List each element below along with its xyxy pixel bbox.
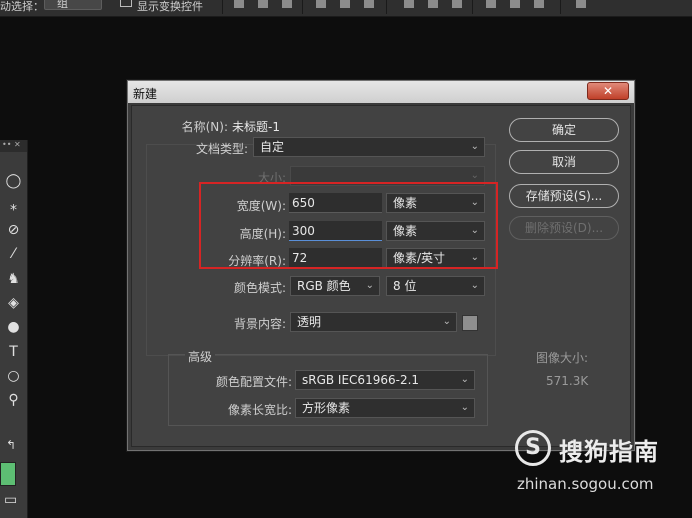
doc-type-select[interactable]: 自定 ⌄: [253, 137, 485, 157]
pixel-aspect-value: 方形像素: [302, 401, 351, 415]
distribute-vcenter-icon[interactable]: [428, 0, 438, 8]
dialog-title: 新建: [133, 87, 158, 101]
pixel-aspect-label: 像素长宽比:: [227, 403, 292, 417]
chevron-down-icon: ⌄: [365, 280, 374, 291]
color-mode-value: RGB 颜色: [297, 279, 351, 293]
burn-tool-icon[interactable]: ●: [0, 316, 27, 338]
transform-label: 显示变换控件: [137, 0, 203, 13]
type-tool-icon[interactable]: T: [0, 341, 27, 363]
distribute-bottom-icon[interactable]: [452, 0, 462, 8]
name-field[interactable]: 未标题-1: [232, 118, 280, 135]
background-color-swatch[interactable]: [462, 315, 478, 331]
name-label: 名称(N):: [181, 120, 228, 134]
color-mode-select[interactable]: RGB 颜色 ⌄: [290, 276, 380, 296]
image-size-label: 图像大小:: [536, 351, 589, 365]
pixel-aspect-select[interactable]: 方形像素 ⌄: [295, 398, 475, 418]
separator: [386, 0, 387, 14]
ok-button[interactable]: 确定: [509, 118, 619, 142]
distribute-left-icon[interactable]: [486, 0, 496, 8]
distribute-hcenter-icon[interactable]: [510, 0, 520, 8]
doc-type-value: 自定: [260, 140, 285, 154]
ellipse-tool-icon[interactable]: ○: [0, 365, 27, 387]
auto-select-dropdown[interactable]: 组: [44, 0, 102, 10]
chevron-down-icon: ⌄: [470, 141, 479, 152]
separator: [560, 0, 561, 14]
swap-colors-icon[interactable]: ↰: [6, 438, 16, 452]
align-bottom-icon[interactable]: [282, 0, 292, 8]
bit-depth-select[interactable]: 8 位 ⌄: [386, 276, 485, 296]
separator: [302, 0, 303, 14]
separator: [222, 0, 223, 14]
foreground-color-swatch[interactable]: [0, 462, 16, 486]
delete-preset-button[interactable]: 删除预设(D)...: [509, 216, 619, 240]
distribute-top-icon[interactable]: [404, 0, 414, 8]
advanced-label: 高级: [185, 348, 216, 365]
color-mode-label: 颜色模式:: [233, 281, 286, 295]
new-document-dialog: 新建 ✕ 名称(N): 未标题-1 文档类型: 自定 ⌄ 大小: ⌄ 宽度(W)…: [127, 80, 635, 451]
elliptical-marquee-tool-icon[interactable]: ◯: [0, 170, 27, 192]
paint-bucket-tool-icon[interactable]: ◈: [0, 292, 27, 314]
magic-wand-tool-icon[interactable]: ⁎: [0, 195, 27, 217]
image-size-value: 571.3K: [546, 374, 589, 388]
highlight-box: [199, 182, 498, 269]
dialog-titlebar[interactable]: 新建 ✕: [128, 81, 634, 103]
align-right-icon[interactable]: [364, 0, 374, 8]
align-vcenter-icon[interactable]: [258, 0, 268, 8]
close-icon[interactable]: ✕: [587, 82, 629, 100]
sogou-logo-icon: S: [515, 430, 551, 466]
background-value: 透明: [297, 315, 322, 329]
auto-select-label: 动选择：: [0, 0, 44, 13]
color-profile-label: 颜色配置文件:: [215, 375, 292, 389]
eyedropper-tool-icon[interactable]: ⊘: [0, 219, 27, 241]
zoom-tool-icon[interactable]: ⚲: [0, 389, 27, 411]
chevron-down-icon: ⌄: [460, 374, 469, 385]
align-top-icon[interactable]: [234, 0, 244, 8]
color-profile-select[interactable]: sRGB IEC61966-2.1 ⌄: [295, 370, 475, 390]
auto-select-value: 组: [57, 0, 68, 10]
align-left-icon[interactable]: [316, 0, 326, 8]
background-select[interactable]: 透明 ⌄: [290, 312, 457, 332]
watermark-url: zhinan.sogou.com: [517, 475, 654, 493]
chevron-down-icon: ⌄: [460, 402, 469, 413]
clone-stamp-tool-icon[interactable]: ♞: [0, 268, 27, 290]
watermark-name: 搜狗指南: [559, 438, 659, 466]
screen-mode-icon[interactable]: ▭: [4, 492, 17, 508]
options-bar: 动选择： 组 显示变换控件: [0, 0, 692, 17]
bit-depth-value: 8 位: [393, 279, 417, 293]
chevron-down-icon: ⌄: [470, 280, 479, 291]
tool-panel-header[interactable]: •• ✕: [0, 140, 27, 152]
distribute-right-icon[interactable]: [534, 0, 544, 8]
chevron-down-icon: ⌄: [442, 316, 451, 327]
save-preset-button[interactable]: 存储预设(S)...: [509, 184, 619, 208]
auto-align-icon[interactable]: [576, 0, 586, 8]
align-hcenter-icon[interactable]: [340, 0, 350, 8]
background-label: 背景内容:: [233, 317, 286, 331]
color-profile-value: sRGB IEC61966-2.1: [302, 373, 420, 387]
doc-type-label: 文档类型:: [195, 142, 248, 156]
panel-header-icons: •• ✕: [2, 140, 21, 149]
brush-tool-icon[interactable]: ⁄: [0, 243, 27, 265]
transform-checkbox[interactable]: [120, 0, 132, 7]
separator: [472, 0, 473, 14]
tool-panel: •• ✕ ◯ ⁎ ⊘ ⁄ ♞ ◈ ● T ○ ⚲ ↰ ▭: [0, 140, 28, 518]
cancel-button[interactable]: 取消: [509, 150, 619, 174]
